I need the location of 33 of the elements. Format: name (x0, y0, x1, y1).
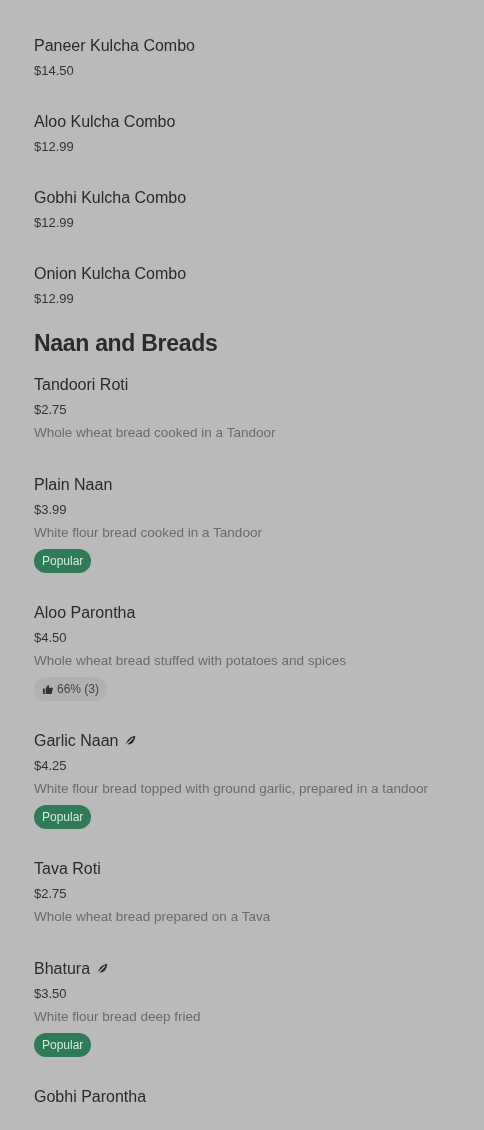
item-name[interactable]: Gobhi Kulcha Combo (34, 187, 187, 209)
item-price: $3.99 (34, 501, 68, 519)
item-name[interactable]: Onion Kulcha Combo (34, 263, 187, 285)
item-name[interactable]: Paneer Kulcha Combo (34, 35, 195, 57)
item-price: $3.50 (34, 985, 68, 1003)
item-name[interactable]: Aloo Kulcha Combo (34, 111, 176, 133)
item-description: Whole wheat bread cooked in a Tandoor (34, 424, 277, 442)
item-price: $14.50 (34, 62, 75, 80)
rating-text: 66% (3) (57, 682, 100, 696)
popular-badge: Popular (34, 549, 92, 573)
item-price: $4.25 (34, 757, 68, 775)
item-name[interactable]: Tandoori Roti (34, 374, 129, 396)
item-description: White flour bread cooked in a Tandoor (34, 524, 263, 542)
item-description: White flour bread topped with ground garlic, prepared in a tandoor (34, 780, 429, 798)
item-price: $12.99 (34, 138, 75, 156)
item-price: $2.75 (34, 885, 68, 903)
item-price: $2.75 (34, 401, 68, 419)
item-name[interactable]: Tava Roti (34, 858, 101, 880)
item-name[interactable]: Garlic Naan (34, 730, 119, 752)
item-price: $4.50 (34, 629, 68, 647)
item-description: Whole wheat bread stuffed with potatoes and spices (34, 652, 347, 670)
item-price: $12.99 (34, 290, 75, 308)
item-name[interactable]: Gobhi Parontha (34, 1086, 147, 1108)
item-price: $12.99 (34, 214, 75, 232)
item-description: Whole wheat bread prepared on a Tava (34, 908, 272, 926)
popular-badge: Popular (34, 805, 92, 829)
item-name[interactable]: Bhatura (34, 958, 91, 980)
section-heading: Naan and Breads (34, 329, 219, 358)
thumbs-up-icon (42, 683, 53, 695)
popular-badge: Popular (34, 1033, 92, 1057)
item-description: White flour bread deep fried (34, 1008, 202, 1026)
item-name[interactable]: Plain Naan (34, 474, 113, 496)
item-name[interactable]: Aloo Parontha (34, 602, 136, 624)
